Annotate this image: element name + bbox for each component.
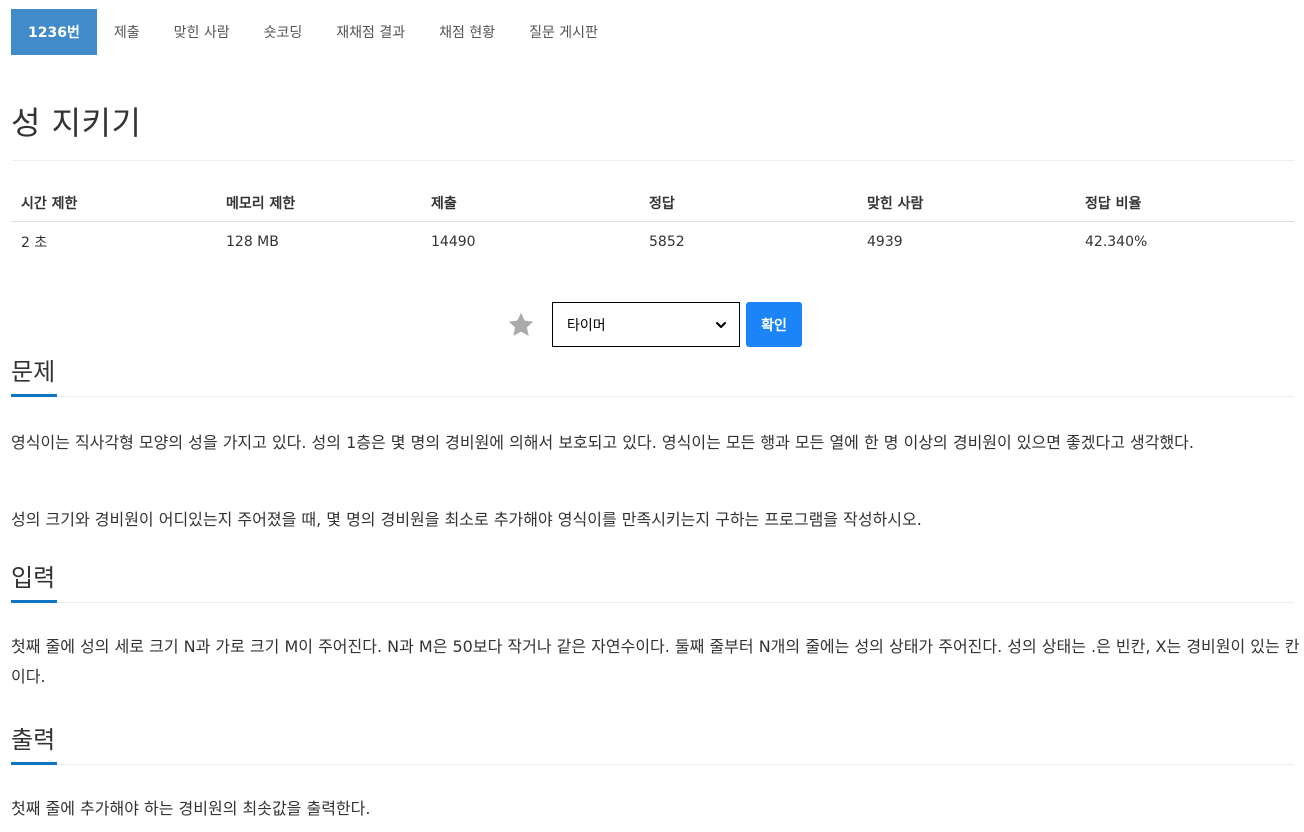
tab-submit[interactable]: 제출	[97, 9, 157, 55]
problem-info-table: 시간 제한 메모리 제한 제출 정답 맞힌 사람 정답 비율 2 초 128 M…	[11, 185, 1294, 262]
output-heading: 출력	[11, 725, 58, 765]
time-limit-value: 2 초	[21, 235, 48, 251]
tab-solved-users[interactable]: 맞힌 사람	[157, 9, 247, 55]
memory-limit-value: 128 MB	[226, 234, 279, 250]
chevron-down-icon	[715, 319, 727, 331]
table-header-row: 시간 제한 메모리 제한 제출 정답 맞힌 사람 정답 비율	[11, 185, 1294, 222]
page-title: 성 지키기	[11, 104, 142, 142]
tab-qna-board[interactable]: 질문 게시판	[512, 9, 615, 55]
timer-select-value: 타이머	[567, 317, 606, 334]
output-header: 출력	[11, 725, 1294, 765]
tab-problem-number[interactable]: 1236번	[11, 9, 97, 55]
tab-judge-status[interactable]: 채점 현황	[422, 9, 512, 55]
output-paragraph: 첫째 줄에 추가해야 하는 경비원의 최솟값을 출력한다.	[11, 799, 371, 818]
input-heading: 입력	[11, 563, 58, 603]
header-solved-users: 맞힌 사람	[857, 185, 1075, 222]
header-time-limit: 시간 제한	[11, 185, 216, 222]
input-paragraph: 첫째 줄에 성의 세로 크기 N과 가로 크기 M이 주어진다. N과 M은 5…	[11, 637, 1300, 686]
tab-rejudge-results[interactable]: 재채점 결과	[319, 9, 422, 55]
accepted-value: 5852	[649, 234, 685, 250]
description-heading: 문제	[11, 357, 58, 397]
problem-toolbar: 타이머 확인	[506, 302, 802, 347]
title-divider	[11, 160, 1294, 161]
confirm-button[interactable]: 확인	[746, 302, 802, 347]
header-accept-ratio: 정답 비율	[1075, 185, 1294, 222]
submissions-value: 14490	[431, 234, 476, 250]
solved-users-value: 4939	[867, 234, 903, 250]
problem-tabs: 1236번 제출 맞힌 사람 숏코딩 재채점 결과 채점 현황 질문 게시판	[11, 9, 615, 55]
description-paragraph-1: 영식이는 직사각형 모양의 성을 가지고 있다. 성의 1층은 몇 명의 경비원…	[11, 433, 1194, 452]
header-submissions: 제출	[421, 185, 639, 222]
accept-ratio-value: 42.340%	[1085, 234, 1148, 250]
description-paragraph-2: 성의 크기와 경비원이 어디있는지 주어졌을 때, 몇 명의 경비원을 최소로 …	[11, 510, 922, 529]
description-header: 문제	[11, 357, 1294, 397]
tab-short-coding[interactable]: 숏코딩	[247, 9, 320, 55]
header-accepted: 정답	[639, 185, 857, 222]
star-icon[interactable]	[506, 310, 536, 340]
table-row: 2 초 128 MB 14490 5852 4939 42.340%	[11, 222, 1294, 263]
header-memory-limit: 메모리 제한	[216, 185, 421, 222]
timer-select[interactable]: 타이머	[552, 302, 740, 347]
input-header: 입력	[11, 563, 1294, 603]
